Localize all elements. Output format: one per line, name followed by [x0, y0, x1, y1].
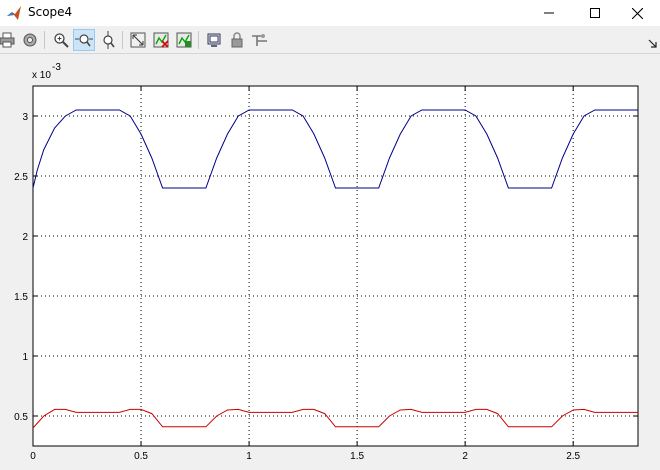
x-tick-label: 2.5	[566, 451, 580, 462]
x-tick-label: 1	[246, 451, 252, 462]
signal-selection-button[interactable]	[249, 29, 271, 51]
zoom-y-axis-button[interactable]	[97, 29, 119, 51]
autoscale-button[interactable]	[127, 29, 149, 51]
y-tick-label: 1.5	[14, 292, 28, 303]
print-icon	[0, 32, 15, 48]
x-tick-label: 1.5	[350, 451, 364, 462]
restore-axes-settings-icon	[176, 32, 192, 48]
autoscale-icon	[130, 32, 146, 48]
zoom-x-axis-icon	[75, 34, 93, 47]
scope-plot-area: 0 0.5 1 1.5 2 2.5 0.5 1 1.5 2 2.5 3 x 10 -3	[0, 54, 660, 470]
scope-axes[interactable]: 0 0.5 1 1.5 2 2.5 0.5 1 1.5 2 2.5 3 x 10 -3	[0, 54, 660, 470]
zoom-y-axis-icon	[103, 31, 115, 49]
title-bar[interactable]: Scope4	[0, 0, 660, 26]
parameters-button[interactable]	[19, 29, 41, 51]
lock-axes-button[interactable]	[226, 29, 248, 51]
exponent-label: x 10	[32, 70, 51, 81]
x-tick-label: 2	[462, 451, 468, 462]
exponent-power: -3	[52, 62, 61, 73]
maximize-icon	[590, 8, 600, 18]
floating-scope-icon	[207, 33, 221, 47]
minimize-button[interactable]	[526, 0, 572, 26]
dock-arrow-icon	[648, 39, 657, 48]
zoom-in-icon	[54, 33, 69, 48]
lock-axes-icon	[231, 32, 243, 48]
y-tick-label: 2.5	[14, 172, 28, 183]
close-button[interactable]	[614, 0, 660, 26]
y-tick-label: 0.5	[14, 412, 28, 423]
scope-toolbar	[0, 26, 660, 54]
minimize-icon	[544, 12, 554, 14]
save-axes-settings-icon	[153, 32, 169, 48]
close-icon	[631, 7, 643, 19]
matlab-app-icon	[7, 6, 21, 20]
toolbar-separator	[44, 31, 45, 49]
save-axes-settings-button[interactable]	[150, 29, 172, 51]
x-tick-label: 0	[30, 451, 36, 462]
parameters-gear-icon	[23, 33, 37, 47]
axes-background	[32, 85, 639, 447]
y-tick-label: 2	[22, 232, 28, 243]
window-title: Scope4	[28, 5, 73, 19]
zoom-in-button[interactable]	[50, 29, 72, 51]
y-tick-label: 1	[22, 352, 28, 363]
y-tick-label: 3	[22, 112, 28, 123]
print-button[interactable]	[0, 29, 18, 51]
toolbar-separator	[198, 31, 199, 49]
zoom-x-axis-button[interactable]	[73, 29, 95, 51]
maximize-button[interactable]	[572, 0, 618, 26]
signal-selection-icon	[252, 34, 267, 46]
floating-scope-button[interactable]	[203, 29, 225, 51]
x-tick-label: 0.5	[134, 451, 148, 462]
restore-axes-settings-button[interactable]	[173, 29, 195, 51]
dock-button[interactable]	[648, 34, 658, 48]
toolbar-separator	[122, 31, 123, 49]
